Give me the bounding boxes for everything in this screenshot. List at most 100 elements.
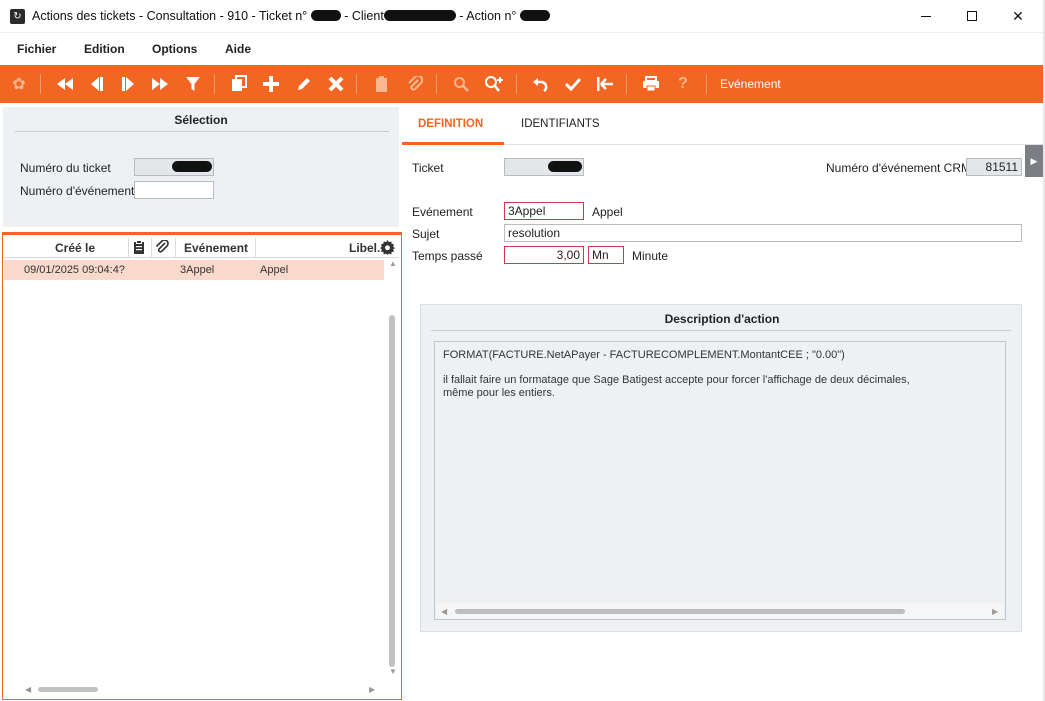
description-line: FORMAT(FACTURE.NetAPayer - FACTURECOMPLE… <box>443 349 845 361</box>
scroll-up-icon[interactable]: ▲ <box>389 259 397 268</box>
subject-field[interactable]: resolution <box>504 224 1022 242</box>
scroll-down-icon[interactable]: ▼ <box>389 667 397 676</box>
toolbar-separator <box>214 74 215 94</box>
toolbar-separator <box>356 74 357 94</box>
crm-event-number-label: Numéro d'événement CRM <box>826 161 972 175</box>
window-title: Actions des tickets - Consultation - 910… <box>32 9 550 23</box>
description-panel: Description d'action FORMAT(FACTURE.NetA… <box>420 304 1022 632</box>
menu-options[interactable]: Options <box>152 42 197 56</box>
attach-icon <box>402 71 428 97</box>
description-textarea[interactable]: FORMAT(FACTURE.NetAPayer - FACTURECOMPLE… <box>434 341 1006 620</box>
minimize-button[interactable] <box>903 3 949 29</box>
gear-icon[interactable] <box>380 240 395 258</box>
list-header: Créé le Evénement Libel. <box>3 238 399 258</box>
ticket-number-field[interactable] <box>134 158 214 176</box>
description-title: Description d'action <box>664 312 780 326</box>
column-event[interactable]: Evénement <box>184 241 248 255</box>
toolbar: ✿ ? Evénement <box>0 65 1045 103</box>
menu-bar: Fichier Edition Options Aide <box>0 33 1045 65</box>
time-spent-label: Temps passé <box>412 249 483 263</box>
description-horizontal-scrollbar[interactable] <box>455 609 905 614</box>
column-label[interactable]: Libel. <box>349 241 380 255</box>
edit-icon[interactable] <box>291 71 317 97</box>
chevron-right-icon: ▶ <box>1030 156 1038 166</box>
menu-aide[interactable]: Aide <box>225 42 251 56</box>
row-created: 09/01/2025 09:04:4? <box>24 264 125 276</box>
last-icon[interactable] <box>147 71 173 97</box>
validate-icon[interactable] <box>560 71 586 97</box>
event-number-field[interactable] <box>134 181 214 199</box>
column-divider <box>255 238 256 258</box>
zoom-in-icon[interactable] <box>481 71 507 97</box>
tab-identifiants[interactable]: IDENTIFIANTS <box>521 118 600 130</box>
column-divider <box>128 238 129 258</box>
tab-definition[interactable]: DEFINITION <box>418 118 483 130</box>
print-icon[interactable] <box>638 71 664 97</box>
redacted-ticket-number <box>172 161 212 172</box>
row-event: 3Appel <box>180 264 215 276</box>
crm-event-number-field[interactable]: 81511 <box>966 158 1022 176</box>
copy-icon[interactable] <box>226 71 252 97</box>
event-number-label: Numéro d'événement <box>20 184 135 198</box>
menu-fichier[interactable]: Fichier <box>17 42 56 56</box>
help-icon: ? <box>678 75 688 92</box>
tab-bar: DEFINITION IDENTIFIANTS <box>402 107 1043 145</box>
horizontal-scrollbar[interactable] <box>38 687 98 692</box>
toolbar-separator <box>516 74 517 94</box>
vertical-scrollbar[interactable] <box>389 315 395 667</box>
list-row[interactable]: 09/01/2025 09:04:4? 3Appel Appel <box>4 260 384 280</box>
toolbar-separator <box>706 74 707 94</box>
maximize-icon <box>967 11 977 21</box>
selection-title: Sélection <box>174 113 228 127</box>
delete-icon[interactable] <box>323 71 349 97</box>
column-created[interactable]: Créé le <box>55 241 95 255</box>
divider <box>431 330 1011 331</box>
ticket-number-label: Numéro du ticket <box>20 161 111 175</box>
toolbar-separator <box>626 74 627 94</box>
redacted-client-name <box>383 10 456 21</box>
subject-label: Sujet <box>412 227 440 241</box>
toolbar-separator <box>40 74 41 94</box>
title-action: - Action n° <box>455 9 520 23</box>
title-client: - Client <box>340 9 384 23</box>
previous-icon[interactable] <box>84 71 110 97</box>
event-field[interactable]: 3Appel <box>504 202 584 220</box>
palette-icon[interactable]: ✿ <box>6 71 32 97</box>
time-unit-field[interactable]: Mn <box>588 246 624 264</box>
add-icon[interactable] <box>258 71 284 97</box>
description-line: même pour les entiers. <box>443 387 555 399</box>
scroll-right-icon[interactable]: ▶ <box>369 685 375 694</box>
column-divider <box>151 238 152 258</box>
ticket-field[interactable] <box>504 158 584 176</box>
ticket-label: Ticket <box>412 161 444 175</box>
clipboard-icon <box>133 240 145 258</box>
scroll-right-icon[interactable]: ▶ <box>992 607 998 616</box>
active-tab-indicator <box>402 142 504 145</box>
redacted-ticket-number <box>310 10 341 21</box>
scroll-left-icon[interactable]: ◀ <box>25 685 31 694</box>
menu-edition[interactable]: Edition <box>84 42 125 56</box>
minimize-icon <box>921 15 931 17</box>
next-icon[interactable] <box>115 71 141 97</box>
toolbar-separator <box>436 74 437 94</box>
scroll-left-icon[interactable]: ◀ <box>441 607 447 616</box>
title-prefix: Actions des tickets - Consultation - 910… <box>32 9 311 23</box>
maximize-button[interactable] <box>949 3 995 29</box>
paste-icon <box>369 71 395 97</box>
undo-icon[interactable] <box>528 71 554 97</box>
close-button[interactable]: ✕ <box>995 3 1041 29</box>
event-label: Evénement <box>412 205 473 219</box>
side-panel-toggle[interactable]: ▶ <box>1025 145 1043 177</box>
divider <box>15 131 389 132</box>
toolbar-context-label: Evénement <box>720 77 781 91</box>
redacted-ticket-number <box>548 161 582 172</box>
first-icon[interactable] <box>52 71 78 97</box>
time-spent-field[interactable]: 3,00 <box>504 246 584 264</box>
close-icon: ✕ <box>1012 7 1024 24</box>
app-icon: ↻ <box>10 9 25 24</box>
redacted-action-number <box>519 10 550 21</box>
filter-icon[interactable] <box>180 71 206 97</box>
event-description: Appel <box>592 205 623 219</box>
actions-list: Créé le Evénement Libel. 09/01/2025 09:0… <box>2 232 402 700</box>
back-icon[interactable] <box>592 71 618 97</box>
